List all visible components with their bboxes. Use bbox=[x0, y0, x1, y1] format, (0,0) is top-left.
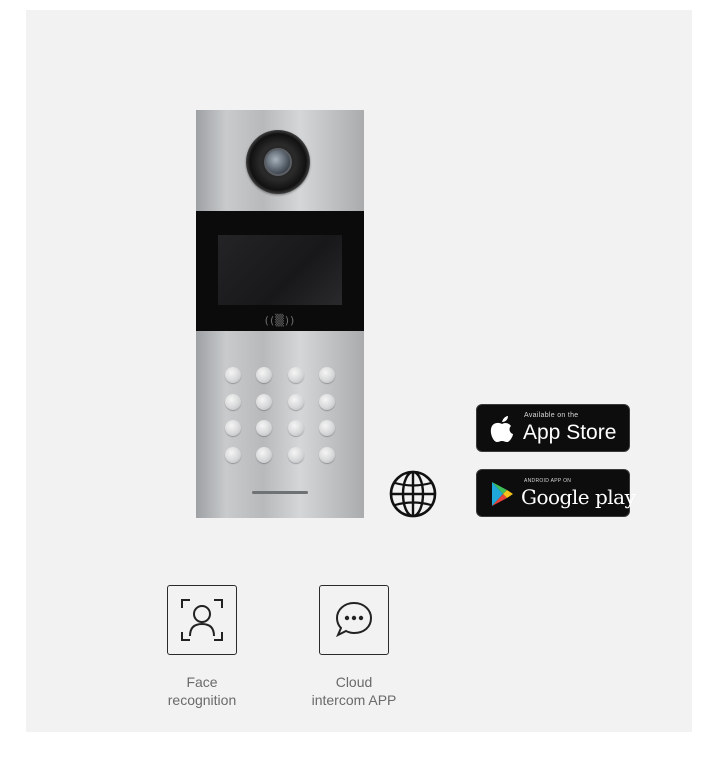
feature-label-line1: Face bbox=[186, 674, 218, 690]
keypad-key bbox=[224, 420, 241, 437]
google-play-small-text: ANDROID APP ON bbox=[524, 478, 572, 484]
feature-label-line2: recognition bbox=[167, 692, 237, 708]
keypad-key bbox=[319, 367, 336, 384]
keypad-key bbox=[256, 393, 273, 410]
keypad bbox=[222, 365, 338, 465]
display-panel: ((▒)) bbox=[196, 211, 364, 331]
google-play-big-text: Google play bbox=[521, 485, 636, 509]
keypad-key bbox=[256, 367, 273, 384]
keypad-key bbox=[319, 446, 336, 463]
app-store-small-text: Available on the bbox=[524, 412, 579, 419]
keypad-key bbox=[287, 420, 304, 437]
display-screen bbox=[218, 235, 342, 305]
camera-lens bbox=[264, 148, 292, 176]
keypad-key bbox=[287, 367, 304, 384]
keypad-key bbox=[319, 393, 336, 410]
keypad-key bbox=[287, 393, 304, 410]
play-triangle-icon bbox=[492, 482, 513, 506]
camera-icon bbox=[246, 130, 310, 194]
rfid-card-icon: ((▒)) bbox=[264, 314, 296, 327]
keypad-key bbox=[319, 420, 336, 437]
chat-bubble-icon bbox=[319, 585, 389, 655]
keypad-key bbox=[224, 446, 241, 463]
keypad-key bbox=[287, 446, 304, 463]
feature-label-line1: Cloud bbox=[335, 674, 373, 690]
google-play-badge[interactable]: ANDROID APP ON Google play bbox=[476, 469, 636, 517]
feature-label-line2: intercom APP bbox=[311, 692, 397, 708]
keypad-key bbox=[224, 393, 241, 410]
door-intercom-device-image: ((▒)) bbox=[196, 110, 364, 518]
app-store-big-text: App Store bbox=[523, 421, 617, 444]
feature-face-recognition: Face recognition bbox=[147, 585, 257, 709]
feature-label: Face recognition bbox=[147, 673, 257, 709]
app-store-badge[interactable]: Available on the App Store bbox=[476, 404, 630, 452]
feature-label: Cloud intercom APP bbox=[299, 673, 409, 709]
speaker-grille bbox=[252, 491, 308, 494]
apple-icon bbox=[490, 416, 513, 442]
globe-icon bbox=[389, 470, 437, 518]
keypad-key bbox=[256, 420, 273, 437]
keypad-key bbox=[256, 446, 273, 463]
keypad-key bbox=[224, 367, 241, 384]
feature-cloud-intercom-app: Cloud intercom APP bbox=[299, 585, 409, 709]
face-scan-icon bbox=[167, 585, 237, 655]
